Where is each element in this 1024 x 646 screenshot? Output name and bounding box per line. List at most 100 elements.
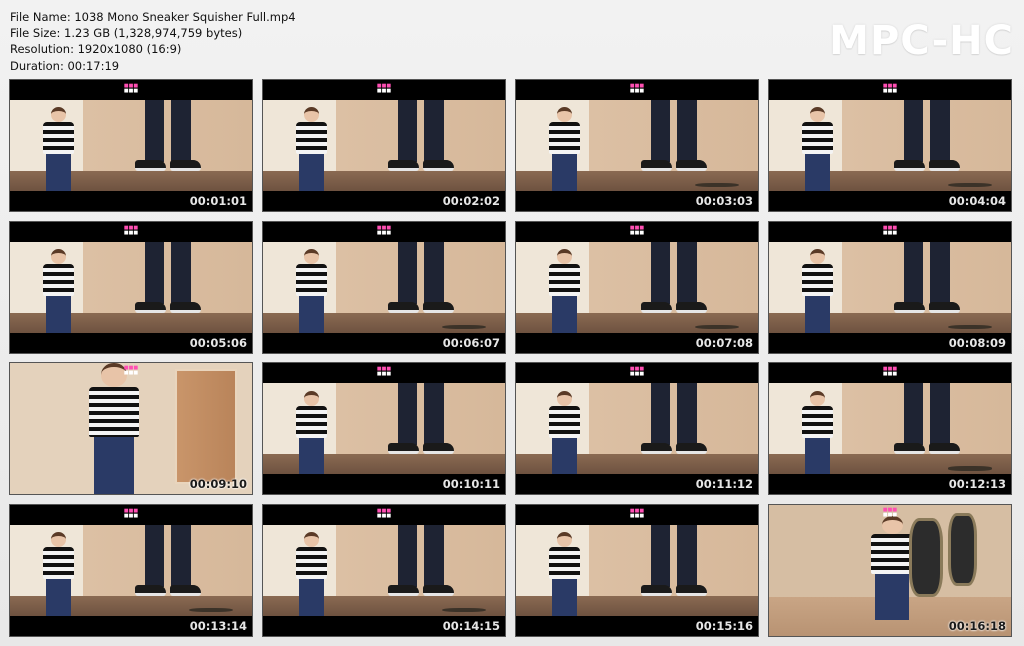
person-figure	[545, 107, 584, 191]
channel-watermark: ■■■ ■■■	[882, 507, 898, 519]
thumbnail[interactable]: ■■■ ■■■ 00:11:12	[515, 362, 759, 496]
person-figure	[39, 107, 78, 191]
video-frame	[10, 100, 252, 191]
channel-watermark: ■■■ ■■■	[123, 83, 139, 94]
person-figure	[292, 390, 331, 475]
timestamp: 00:01:01	[189, 194, 247, 208]
sneaker-sole	[909, 518, 944, 597]
thumbnail[interactable]: ■■■ ■■■ 00:10:11	[262, 362, 506, 496]
resolution: Resolution: 1920x1080 (16:9)	[10, 42, 182, 57]
video-frame	[769, 505, 1011, 637]
debris	[695, 324, 739, 330]
video-frame	[516, 525, 758, 617]
thumbnail[interactable]: ■■■ ■■■ 00:01:01	[9, 79, 253, 212]
timestamp: 00:07:08	[695, 335, 753, 350]
video-frame	[263, 241, 505, 333]
person-figure	[798, 390, 837, 475]
door	[174, 368, 238, 484]
timestamp: 00:06:07	[442, 335, 500, 350]
person-figure	[83, 363, 146, 495]
legs-sneakers	[885, 383, 972, 474]
legs-sneakers	[885, 100, 972, 191]
legs-sneakers	[885, 241, 972, 333]
channel-watermark: ■■■ ■■■	[629, 224, 645, 236]
timestamp: 00:12:13	[948, 477, 1006, 492]
channel-watermark: ■■■ ■■■	[882, 83, 898, 94]
mpc-hc-logo: MPC-HC	[829, 18, 1014, 64]
person-figure	[292, 248, 331, 333]
sneaker-sole	[948, 512, 978, 587]
timestamp: 00:16:18	[948, 619, 1006, 634]
timestamp: 00:05:06	[189, 335, 247, 350]
timestamp: 00:15:16	[695, 619, 753, 634]
thumbnail[interactable]: ■■■ ■■■ 00:16:18	[768, 504, 1012, 638]
channel-watermark: ■■■ ■■■	[376, 366, 392, 378]
legs-sneakers	[632, 241, 719, 333]
file-size: File Size: 1.23 GB (1,328,974,759 bytes)	[10, 26, 243, 41]
video-frame	[769, 241, 1011, 333]
duration: Duration: 00:17:19	[10, 58, 120, 73]
video-frame	[516, 241, 758, 333]
timestamp: 00:10:11	[442, 477, 500, 492]
thumbnail[interactable]: ■■■ ■■■ 00:09:10	[9, 362, 253, 496]
thumbnail-grid: ■■■ ■■■ 00:01:01 ■■■ ■■■ 00:02:02 ■■■ ■■■ 0…	[9, 79, 1012, 638]
video-frame	[10, 525, 252, 617]
channel-watermark: ■■■ ■■■	[629, 366, 645, 378]
debris	[442, 324, 486, 330]
channel-watermark: ■■■ ■■■	[882, 224, 898, 236]
video-frame	[769, 100, 1011, 191]
timestamp: 00:14:15	[442, 619, 500, 634]
thumbnail[interactable]: ■■■ ■■■ 00:12:13	[768, 362, 1012, 496]
thumbnail[interactable]: ■■■ ■■■ 00:04:04	[768, 79, 1012, 212]
timestamp: 00:08:09	[948, 335, 1006, 350]
legs-sneakers	[379, 383, 466, 474]
thumbnail[interactable]: ■■■ ■■■ 00:05:06	[9, 220, 253, 354]
person-figure	[292, 107, 331, 191]
thumbnail[interactable]: ■■■ ■■■ 00:03:03	[515, 79, 759, 212]
legs-sneakers	[632, 100, 719, 191]
person-figure	[39, 532, 78, 617]
file-name: File Name: 1038 Mono Sneaker Squisher Fu…	[10, 10, 296, 24]
channel-watermark: ■■■ ■■■	[629, 83, 645, 94]
video-frame	[263, 525, 505, 617]
timestamp: 00:13:14	[189, 619, 247, 634]
timestamp: 00:03:03	[695, 194, 753, 208]
video-frame	[516, 383, 758, 475]
channel-watermark: ■■■ ■■■	[629, 508, 645, 520]
video-frame	[10, 241, 252, 333]
legs-sneakers	[126, 241, 213, 333]
debris	[948, 466, 992, 471]
person-figure	[798, 248, 837, 333]
video-frame	[10, 363, 252, 495]
thumbnail[interactable]: ■■■ ■■■ 00:02:02	[262, 79, 506, 212]
legs-sneakers	[632, 525, 719, 616]
channel-watermark: ■■■ ■■■	[123, 508, 139, 520]
timestamp: 00:11:12	[695, 477, 753, 492]
channel-watermark: ■■■ ■■■	[123, 224, 139, 236]
debris	[948, 324, 992, 330]
person-figure	[39, 248, 78, 333]
video-frame	[516, 100, 758, 191]
thumbnail[interactable]: ■■■ ■■■ 00:15:16	[515, 504, 759, 638]
timestamp: 00:09:10	[189, 477, 247, 492]
video-frame	[769, 383, 1011, 475]
file-info: File Name: 1038 Mono Sneaker Squisher Fu…	[10, 9, 296, 74]
timestamp: 00:04:04	[948, 194, 1006, 208]
person-figure	[545, 532, 584, 617]
legs-sneakers	[379, 241, 466, 333]
legs-sneakers	[379, 100, 466, 191]
thumbnail[interactable]: ■■■ ■■■ 00:08:09	[768, 220, 1012, 354]
legs-sneakers	[126, 525, 213, 616]
legs-sneakers	[126, 100, 213, 191]
thumbnail[interactable]: ■■■ ■■■ 00:14:15	[262, 504, 506, 638]
channel-watermark: ■■■ ■■■	[376, 224, 392, 236]
thumbnail[interactable]: ■■■ ■■■ 00:07:08	[515, 220, 759, 354]
channel-watermark: ■■■ ■■■	[123, 365, 139, 377]
thumbnail[interactable]: ■■■ ■■■ 00:06:07	[262, 220, 506, 354]
video-frame	[263, 100, 505, 191]
person-figure	[545, 248, 584, 333]
person-figure	[292, 532, 331, 617]
thumbnail[interactable]: ■■■ ■■■ 00:13:14	[9, 504, 253, 638]
person-figure	[545, 390, 584, 475]
channel-watermark: ■■■ ■■■	[376, 83, 392, 94]
